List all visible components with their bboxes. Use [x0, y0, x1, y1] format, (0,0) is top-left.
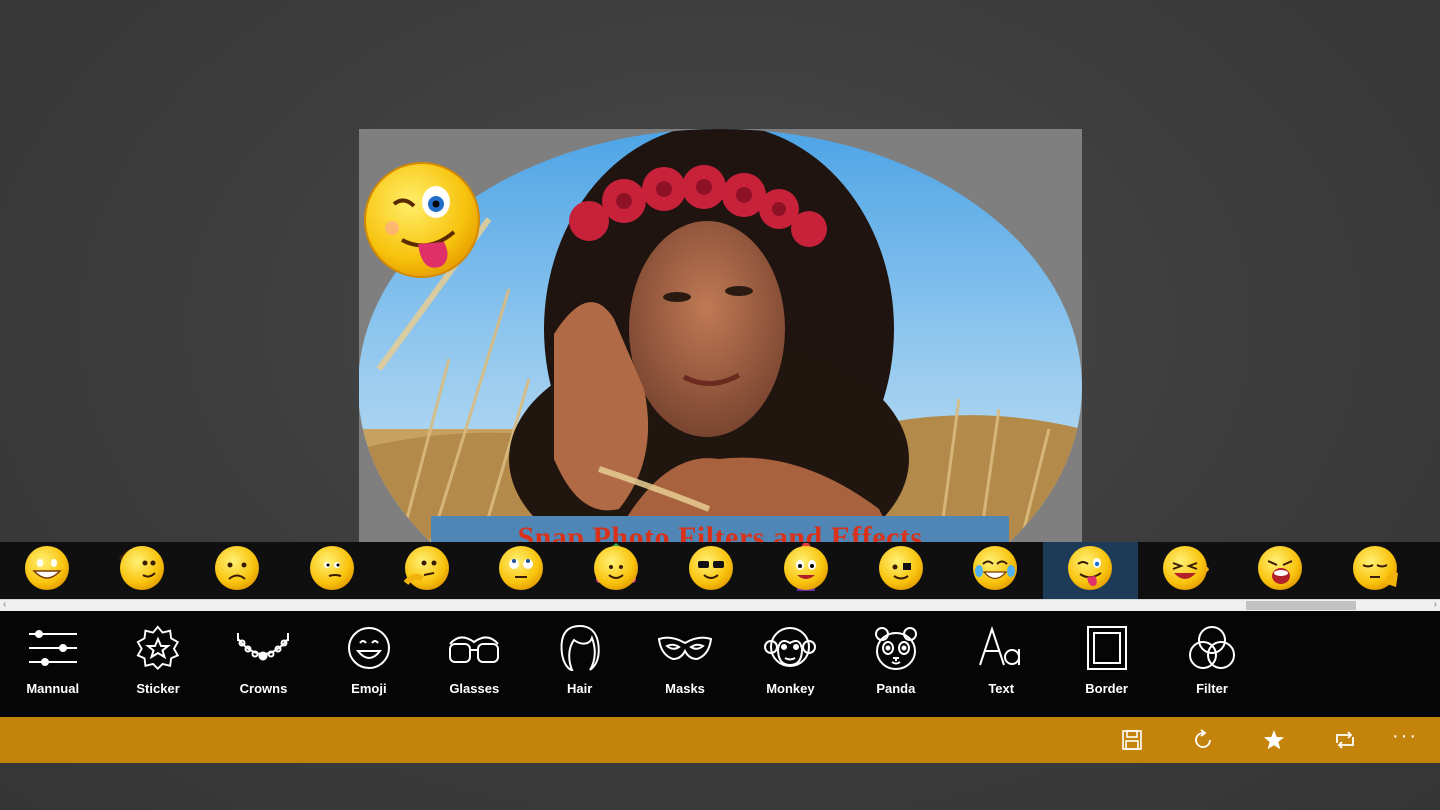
sliders-icon	[23, 619, 83, 677]
scroll-left-arrow-icon[interactable]: ‹	[3, 599, 6, 610]
tool-label: Text	[988, 681, 1015, 696]
filter-circles-icon	[1182, 619, 1242, 677]
tool-panda[interactable]: Panda	[843, 611, 948, 717]
monkey-icon	[760, 619, 820, 677]
shouting-emoji-icon	[1255, 543, 1305, 598]
refresh-icon	[1194, 729, 1211, 748]
peeking-emoji-icon	[307, 543, 357, 598]
emoji-item[interactable]	[284, 542, 379, 599]
hair-icon	[550, 619, 610, 677]
text-aa-icon	[971, 619, 1031, 677]
tool-label: Hair	[567, 681, 593, 696]
smiley-icon	[339, 619, 399, 677]
tool-hair[interactable]: Hair	[527, 611, 632, 717]
tool-crowns[interactable]: Crowns	[211, 611, 316, 717]
mask-icon	[655, 619, 715, 677]
tool-sticker[interactable]: Sticker	[105, 611, 210, 717]
tears-of-joy-emoji-icon	[970, 543, 1020, 598]
emoji-item[interactable]	[379, 542, 474, 599]
border-frame-icon	[1077, 619, 1137, 677]
save-icon	[1121, 730, 1142, 750]
emoji-item[interactable]	[664, 542, 759, 599]
tool-label: Mannual	[26, 681, 80, 696]
emoji-picker-strip[interactable]	[0, 539, 1440, 599]
tool-bar: Mannual Sticker Crowns Emoji Glasses Hair Mask…	[0, 611, 1440, 717]
tool-mannual[interactable]: Mannual	[0, 611, 105, 717]
glasses-icon	[444, 619, 504, 677]
grinning-emoji-icon	[22, 543, 72, 598]
emoji-item[interactable]	[853, 542, 948, 599]
tool-label: Sticker	[136, 681, 180, 696]
scrollbar-thumb[interactable]	[1246, 601, 1356, 610]
peace-sunglasses-emoji-icon	[686, 543, 736, 598]
tool-filter[interactable]: Filter	[1159, 611, 1264, 717]
tool-label: Panda	[876, 681, 916, 696]
panda-icon	[866, 619, 926, 677]
emoji-item[interactable]	[95, 542, 190, 599]
pirate-emoji-icon	[876, 543, 926, 598]
tool-text[interactable]: Text	[949, 611, 1054, 717]
tool-label: Crowns	[239, 681, 288, 696]
tool-masks[interactable]: Masks	[632, 611, 737, 717]
winking-tongue-emoji-icon	[1065, 543, 1115, 598]
command-bar: ···	[0, 717, 1440, 763]
emoji-item[interactable]	[474, 542, 569, 599]
tool-monkey[interactable]: Monkey	[738, 611, 843, 717]
tool-label: Glasses	[449, 681, 500, 696]
star-icon	[1263, 730, 1284, 750]
tool-label: Masks	[665, 681, 705, 696]
emoji-strip-scrollbar[interactable]: ‹ ›	[0, 599, 1440, 611]
tool-emoji[interactable]: Emoji	[316, 611, 421, 717]
sad-emoji-icon	[212, 543, 262, 598]
emoji-item[interactable]	[1138, 542, 1233, 599]
emoji-item[interactable]	[1042, 542, 1138, 599]
emoji-item[interactable]	[1232, 542, 1327, 599]
sticker-star-icon	[128, 619, 188, 677]
party-emoji-icon	[781, 539, 831, 598]
emoji-item[interactable]	[758, 539, 853, 599]
emoji-item[interactable]	[1327, 542, 1422, 599]
more-button[interactable]: ···	[1380, 717, 1430, 763]
crown-necklace-icon	[233, 619, 293, 677]
tool-label: Border	[1085, 681, 1128, 696]
emoji-item[interactable]	[569, 542, 664, 599]
eyeroll-emoji-icon	[496, 543, 546, 598]
crop-rotate-button[interactable]	[1309, 717, 1380, 763]
tool-label: Monkey	[766, 681, 815, 696]
save-button[interactable]	[1096, 717, 1167, 763]
thinking-emoji-icon	[402, 543, 452, 598]
emoji-item[interactable]	[0, 542, 95, 599]
emoji-item[interactable]	[190, 542, 285, 599]
refresh-button[interactable]	[1167, 717, 1238, 763]
crop-rotate-icon	[1335, 731, 1354, 749]
emoji-item[interactable]	[948, 542, 1043, 599]
tool-label: Filter	[1196, 681, 1228, 696]
laughing-pointing-emoji-icon	[1160, 543, 1210, 598]
tool-glasses[interactable]: Glasses	[422, 611, 527, 717]
festive-emoji-icon	[591, 543, 641, 598]
pointing-emoji-icon	[117, 543, 167, 598]
tool-label: Emoji	[351, 681, 387, 696]
facepalm-emoji-icon	[1350, 543, 1400, 598]
scroll-right-arrow-icon[interactable]: ›	[1434, 599, 1437, 610]
favorite-button[interactable]	[1238, 717, 1309, 763]
photo-canvas[interactable]: Snap Photo Filters and Effects	[359, 129, 1082, 549]
tool-border[interactable]: Border	[1054, 611, 1159, 717]
winking-emoji-sticker[interactable]	[362, 162, 484, 280]
